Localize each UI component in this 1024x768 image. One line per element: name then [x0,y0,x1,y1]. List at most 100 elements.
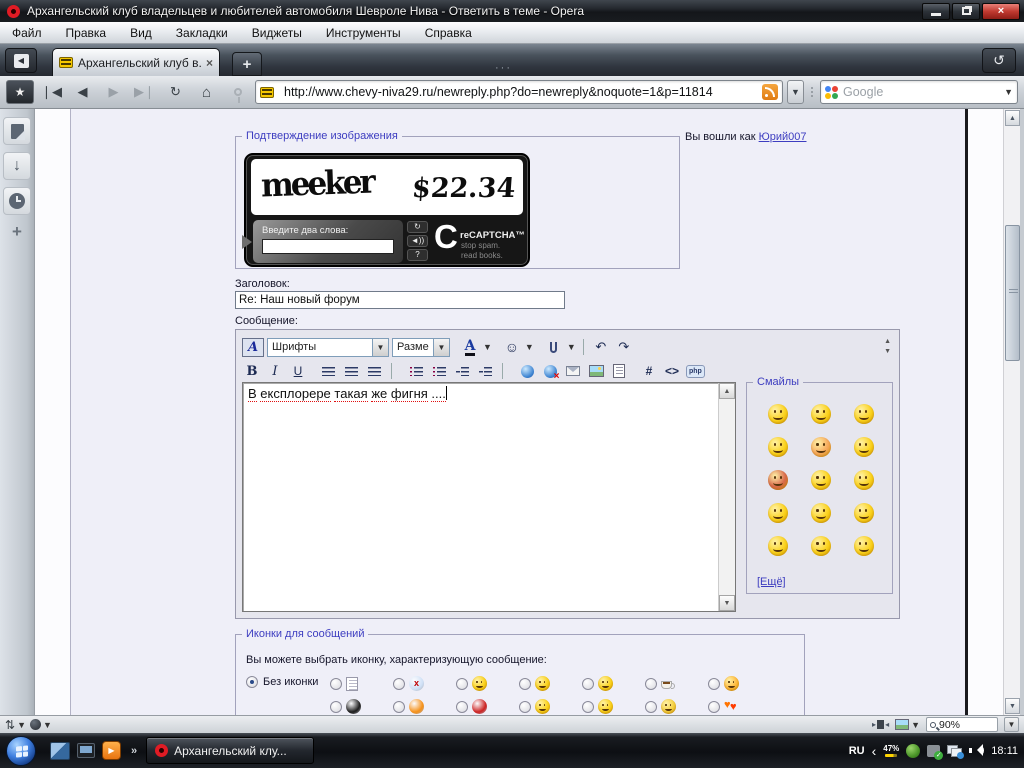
menu-item-Инструменты[interactable]: Инструменты [314,26,413,40]
new-tab-button[interactable]: + [232,52,262,76]
align-left-button[interactable] [318,362,338,381]
address-field[interactable]: http://www.chevy-niva29.ru/newreply.php?… [255,80,783,104]
post-icon-radio-hearts[interactable] [708,701,720,713]
undo-button[interactable]: ↶ [591,338,611,357]
smiley-cool[interactable] [854,536,874,556]
smiley-yawn[interactable] [768,536,788,556]
fast-forward-button[interactable]: ▶❘ [131,80,158,104]
tray-expand-icon[interactable]: ‹ [872,743,877,759]
quick-launch-overflow[interactable]: » [131,745,136,757]
message-textarea[interactable]: В експлорере такая же фигня .... ▲ ▼ [242,382,736,612]
panel-toggle-button[interactable]: ◀ [5,48,37,73]
no-icon-option[interactable]: Без иконки [246,676,318,688]
post-icon-radio-bigsmile[interactable] [519,701,531,713]
back-button[interactable]: ◀ [69,80,96,104]
post-smiley-upset[interactable] [661,699,676,714]
smiley-sleepy[interactable] [811,404,831,424]
textarea-scrollbar[interactable]: ▲ ▼ [718,383,735,611]
size-dropdown[interactable]: Разме ▼ [392,338,450,357]
post-smiley-grin[interactable] [472,676,487,691]
smiley-content[interactable] [854,404,874,424]
restore-button[interactable] [952,3,980,20]
search-engine-dropdown-icon[interactable]: ▼ [1004,87,1013,97]
menu-item-Вид[interactable]: Вид [118,26,164,40]
editor-mode-button[interactable]: A [242,338,264,357]
smilies-dropdown-icon[interactable]: ▼ [525,342,534,352]
attach-button[interactable] [544,338,564,357]
smiley-laugh-wave[interactable] [811,470,831,490]
smiley-thumb-up[interactable] [854,503,874,523]
post-icon-option-post[interactable] [330,677,393,691]
address-dropdown-button[interactable]: ▼ [787,80,804,104]
window-switcher-icon[interactable] [50,742,70,760]
menu-item-Виджеты[interactable]: Виджеты [240,26,314,40]
captcha-input[interactable] [262,239,394,254]
underline-button[interactable]: U [288,362,308,381]
clock[interactable]: 18:11 [991,745,1018,757]
scroll-up-icon[interactable]: ▲ [719,383,735,399]
smiley-fish-wave[interactable] [854,470,874,490]
show-panels-button[interactable]: ▸◂ [872,720,889,729]
redo-button[interactable]: ↷ [614,338,634,357]
notes-panel-button[interactable] [3,117,31,145]
font-color-dropdown-icon[interactable]: ▼ [483,342,492,352]
active-tab[interactable]: Архангельский клуб в... × [52,48,220,76]
post-icon-radio-devil[interactable] [456,701,468,713]
panels-star-button[interactable]: ★ [6,80,34,104]
page-scroll-down-icon[interactable]: ▼ [1005,698,1020,714]
post-icon-radio-kiss[interactable] [708,678,720,690]
captcha-audio-button[interactable]: ◄)) [407,235,428,247]
post-icon-option-kiss[interactable] [708,676,771,691]
align-center-button[interactable] [341,362,361,381]
smiley-blush[interactable] [811,437,831,457]
size-dropdown-icon[interactable]: ▼ [433,339,449,356]
post-smiley-rolleyes[interactable] [598,676,613,691]
post-smiley-wink[interactable] [535,676,550,691]
toolbar-collapse-buttons[interactable]: ▲▼ [884,338,891,355]
post-icon-radio-wink[interactable] [519,678,531,690]
page-scrollbar[interactable]: ▲ ▼ [1003,109,1020,715]
turbo-button[interactable]: ▼ [30,719,52,730]
post-icon-radio-fire[interactable] [393,701,405,713]
network-tray-icon[interactable] [947,745,962,757]
font-color-button[interactable]: A [460,338,480,357]
tab-close-icon[interactable]: × [206,56,213,70]
menu-item-Закладки[interactable]: Закладки [164,26,240,40]
post-icon-option-bomb[interactable] [330,699,393,714]
post-icon-option-fire[interactable] [393,699,456,714]
indent-button[interactable] [475,362,495,381]
post-smiley-kiss[interactable] [724,676,739,691]
post-icon-radio-grin[interactable] [456,678,468,690]
insert-image-button[interactable] [586,362,606,381]
history-panel-button[interactable] [3,187,31,215]
unordered-list-button[interactable] [429,362,449,381]
smiley-grin-teeth[interactable] [811,503,831,523]
post-icon-option-bigsmile[interactable] [519,699,582,714]
post-icon-option-rolleyes[interactable] [582,676,645,691]
remove-link-button[interactable]: × [540,362,560,381]
title-bar[interactable]: Архангельский клуб владельцев и любителе… [0,0,1024,22]
post-icon-option-thumbs-down[interactable]: x [393,676,456,691]
post-icon-option-upset[interactable] [645,699,708,714]
add-panel-button[interactable]: + [12,222,22,242]
forward-button[interactable]: ▶ [100,80,127,104]
captcha-refresh-button[interactable]: ↻ [407,221,428,233]
start-button[interactable] [6,736,36,766]
tabbar-resize-handle[interactable]: ··· [495,62,512,74]
smiley-smirk[interactable] [768,437,788,457]
title-input[interactable] [235,291,565,309]
closed-tabs-button[interactable]: ↺ [982,48,1016,73]
username-link[interactable]: Юрий007 [759,131,807,143]
post-icon-option-devil[interactable] [456,699,519,714]
align-right-button[interactable] [364,362,384,381]
cpu-meter[interactable]: 47% [883,745,899,757]
smilies-button[interactable]: ☺ [502,338,522,357]
ordered-list-button[interactable] [406,362,426,381]
smiley-shout[interactable] [768,470,788,490]
images-toggle-button[interactable]: ▼ [895,719,920,730]
minimize-button[interactable] [922,3,950,20]
post-smiley-bigsmile[interactable] [535,699,550,714]
page-scrollbar-thumb[interactable] [1005,225,1020,361]
sync-button[interactable]: ⇅▼ [5,718,26,732]
reload-button[interactable]: ↻ [162,80,189,104]
